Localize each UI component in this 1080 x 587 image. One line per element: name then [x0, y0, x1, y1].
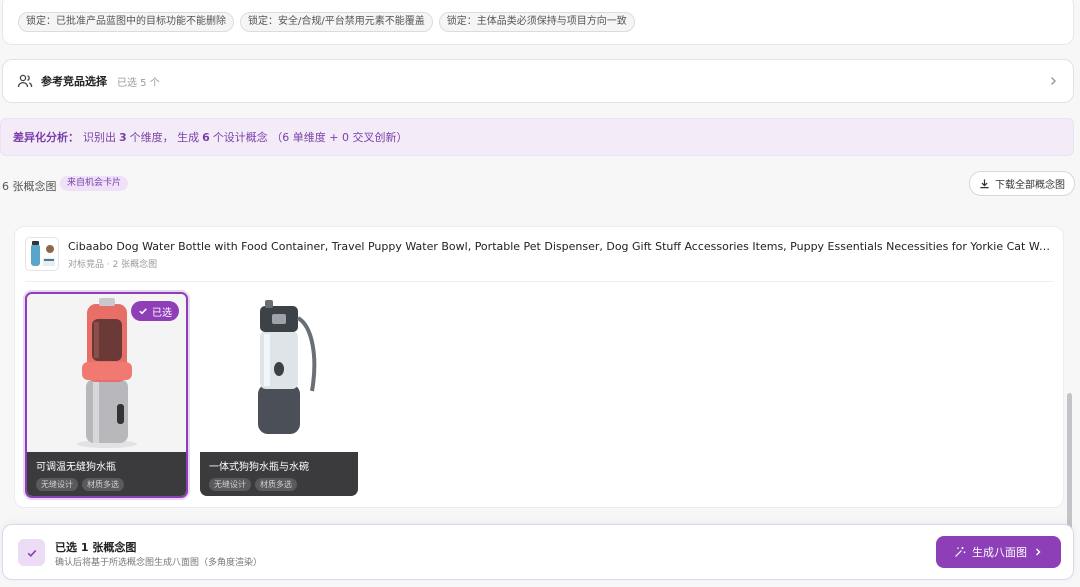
- selection-action-bar: 已选 1 张概念图 确认后将基于所选概念图生成八面图（多角度渲染） 生成八面图: [2, 524, 1074, 580]
- download-icon: [980, 179, 989, 189]
- selected-badge: 已选: [131, 301, 179, 321]
- concept-title: 可调温无缝狗水瓶: [36, 462, 116, 473]
- lock-chip: 锁定：主体品类必须保持与项目方向一致: [438, 12, 635, 32]
- download-all-label: 下载全部概念图: [995, 180, 1065, 191]
- diff-text-2: 个维度， 生成: [129, 131, 200, 144]
- concept-image: [200, 296, 358, 452]
- chevron-right-icon: [1036, 548, 1041, 556]
- diff-lead: 差异化分析：: [13, 131, 79, 144]
- diff-concept-count: 6: [202, 130, 210, 144]
- product-thumbnail: [25, 237, 59, 271]
- lock-chip: 锁定：已批准产品蓝图中的目标功能不能删除: [18, 12, 234, 32]
- concept-caption: 一体式狗狗水瓶与水碗 无缝设计 材质多选: [200, 452, 358, 496]
- concept-tag: 材质多选: [82, 478, 124, 491]
- download-all-button[interactable]: 下载全部概念图: [969, 171, 1075, 196]
- competitor-selection-row[interactable]: 参考竞品选择 已选 5 个: [2, 59, 1074, 103]
- competitor-title: 参考竞品选择: [41, 75, 107, 88]
- diff-text-1: 识别出: [83, 131, 116, 144]
- source-badge: 来自机会卡片: [60, 176, 129, 191]
- competitor-selected-count: 已选 5 个: [117, 77, 160, 89]
- selection-check: [18, 539, 45, 566]
- selection-subtitle: 确认后将基于所选概念图生成八面图（多角度渲染）: [55, 558, 263, 568]
- generate-button-label: 生成八面图: [972, 546, 1027, 559]
- differentiation-banner: 差异化分析： 识别出 3 个维度， 生成 6 个设计概念 （6 单维度 + 0 …: [0, 118, 1074, 156]
- product-title: Cibaabo Dog Water Bottle with Food Conta…: [68, 240, 1053, 253]
- generate-eight-view-button[interactable]: 生成八面图: [936, 536, 1061, 568]
- users-icon: [17, 74, 33, 88]
- concept-count: 6 张概念图: [2, 180, 57, 193]
- magic-wand-icon: [955, 547, 966, 557]
- lock-chip: 锁定：安全/合规/平台禁用元素不能覆盖: [240, 12, 433, 32]
- selected-badge-label: 已选: [152, 307, 172, 319]
- concept-tag: 材质多选: [255, 478, 297, 491]
- lock-chip-list: 锁定：已批准产品蓝图中的目标功能不能删除 锁定：安全/合规/平台禁用元素不能覆盖…: [18, 12, 635, 32]
- concept-tag: 无缝设计: [36, 478, 78, 491]
- concept-tile[interactable]: 已选 可调温无缝狗水瓶 无缝设计 材质多选: [25, 292, 188, 498]
- concept-tile[interactable]: 一体式狗狗水瓶与水碗 无缝设计 材质多选: [200, 296, 358, 496]
- lock-constraints-card: 锁定：已批准产品蓝图中的目标功能不能删除 锁定：安全/合规/平台禁用元素不能覆盖…: [2, 0, 1074, 45]
- selection-title: 已选 1 张概念图: [55, 541, 137, 554]
- diff-text-3: 个设计概念 （6 单维度 + 0 交叉创新）: [212, 131, 408, 144]
- check-icon: [139, 308, 147, 315]
- product-card: Cibaabo Dog Water Bottle with Food Conta…: [14, 226, 1064, 508]
- concept-title: 一体式狗狗水瓶与水碗: [209, 462, 309, 473]
- concept-caption: 可调温无缝狗水瓶 无缝设计 材质多选: [27, 452, 186, 496]
- product-meta: 对标竞品 · 2 张概念图: [68, 260, 158, 270]
- divider: [25, 281, 1053, 282]
- chevron-right-icon: [1051, 77, 1056, 85]
- diff-dimension-count: 3: [119, 130, 127, 144]
- concept-tag: 无缝设计: [209, 478, 251, 491]
- check-icon: [27, 549, 36, 557]
